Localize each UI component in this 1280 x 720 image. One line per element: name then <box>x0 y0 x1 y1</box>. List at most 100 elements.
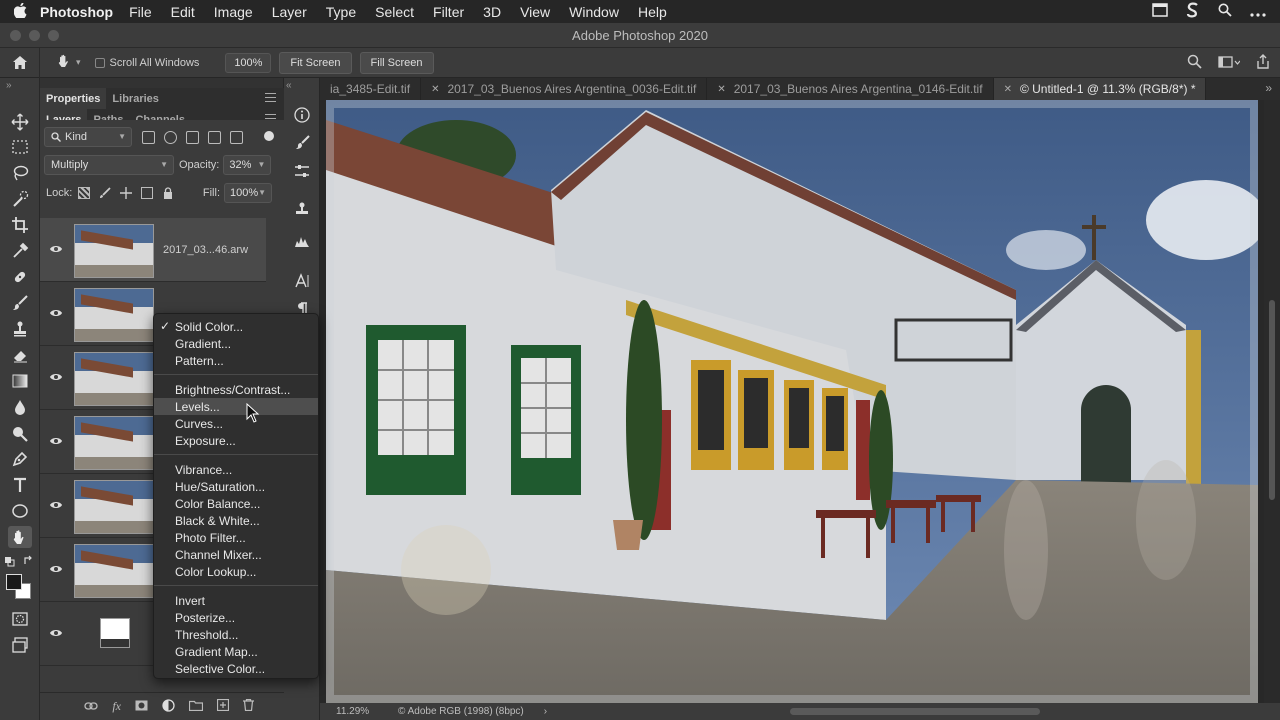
collapse-toolbar-icon[interactable]: » <box>6 80 12 91</box>
menu-window[interactable]: Window <box>569 4 619 20</box>
filter-toggle-icon[interactable] <box>264 131 274 141</box>
healing-brush-tool-icon[interactable] <box>8 266 32 288</box>
menu-select[interactable]: Select <box>375 4 414 20</box>
menu-item-photo-filter[interactable]: Photo Filter... <box>154 529 318 546</box>
close-tab-icon[interactable]: ✕ <box>431 84 439 95</box>
screen-mode-icon[interactable] <box>8 634 32 656</box>
window-layout-icon[interactable] <box>1152 3 1168 20</box>
menu-help[interactable]: Help <box>638 4 667 20</box>
status-info-arrow-icon[interactable]: › <box>544 706 547 717</box>
menu-3d[interactable]: 3D <box>483 4 501 20</box>
default-colors-icon[interactable] <box>5 556 15 567</box>
menu-view[interactable]: View <box>520 4 550 20</box>
quick-selection-tool-icon[interactable] <box>8 188 32 210</box>
add-mask-icon[interactable] <box>135 700 148 714</box>
visibility-eye-icon[interactable] <box>50 436 62 446</box>
menu-edit[interactable]: Edit <box>171 4 195 20</box>
hand-tool-icon[interactable] <box>8 526 32 548</box>
type-layer-filter-icon[interactable] <box>186 130 199 144</box>
menu-item-posterize[interactable]: Posterize... <box>154 609 318 626</box>
tool-preset-dropdown-icon[interactable]: ▾ <box>76 57 81 68</box>
menu-item-solid-color[interactable]: ✓ Solid Color... <box>154 318 318 335</box>
layer-row[interactable]: 2017_03...46.arw <box>40 218 266 282</box>
hand-tool-preset-icon[interactable] <box>56 53 72 73</box>
visibility-eye-icon[interactable] <box>50 628 62 638</box>
canvas-vertical-scrollbar[interactable] <box>1264 100 1280 703</box>
menu-item-curves[interactable]: Curves... <box>154 415 318 432</box>
menu-item-black-white[interactable]: Black & White... <box>154 512 318 529</box>
move-tool-icon[interactable] <box>8 111 32 133</box>
zoom-value-field[interactable]: 100% <box>225 52 272 73</box>
new-adjustment-layer-icon[interactable] <box>162 698 175 715</box>
layer-name[interactable]: 2017_03...46.arw <box>163 244 248 256</box>
visibility-eye-icon[interactable] <box>50 500 62 510</box>
app-name-menu[interactable]: Photoshop <box>40 4 113 20</box>
fill-field[interactable]: 100% ▼ <box>224 183 272 203</box>
menu-item-channel-mixer[interactable]: Channel Mixer... <box>154 546 318 563</box>
menu-image[interactable]: Image <box>214 4 253 20</box>
delete-layer-icon[interactable] <box>243 698 254 714</box>
pixel-layer-filter-icon[interactable] <box>142 130 155 144</box>
menu-item-selective-color[interactable]: Selective Color... <box>154 660 318 677</box>
lock-position-icon[interactable] <box>120 187 133 199</box>
document-tab[interactable]: ✕ 2017_03_Buenos Aires Argentina_0146-Ed… <box>707 78 994 100</box>
workspace-icon[interactable] <box>1218 55 1241 72</box>
info-icon[interactable] <box>291 104 313 126</box>
marquee-tool-icon[interactable] <box>8 136 32 158</box>
menu-item-exposure[interactable]: Exposure... <box>154 432 318 449</box>
smart-object-filter-icon[interactable] <box>230 130 243 144</box>
type-tool-icon[interactable] <box>8 474 32 496</box>
shape-tool-icon[interactable] <box>8 500 32 522</box>
close-tab-icon[interactable]: ✕ <box>1004 84 1012 95</box>
document-canvas-image[interactable] <box>326 100 1258 703</box>
lock-all-icon[interactable] <box>162 187 174 199</box>
crop-tool-icon[interactable] <box>8 214 32 236</box>
visibility-eye-icon[interactable] <box>50 308 62 318</box>
fill-screen-button[interactable]: Fill Screen <box>359 51 434 74</box>
opacity-field[interactable]: 32% ▼ <box>223 155 272 175</box>
lock-image-pixels-icon[interactable] <box>99 187 111 199</box>
visibility-eye-icon[interactable] <box>50 244 62 254</box>
status-zoom-value[interactable]: 11.29% <box>320 706 380 717</box>
scroll-thumb[interactable] <box>1269 300 1275 500</box>
eyedropper-tool-icon[interactable] <box>8 240 32 262</box>
brush-settings-icon[interactable] <box>291 132 313 154</box>
menu-item-vibrance[interactable]: Vibrance... <box>154 461 318 478</box>
home-button[interactable] <box>0 47 40 78</box>
creative-cloud-icon[interactable] <box>1186 2 1200 21</box>
menu-item-hue-saturation[interactable]: Hue/Saturation... <box>154 478 318 495</box>
menu-item-gradient[interactable]: Gradient... <box>154 335 318 352</box>
canvas-area[interactable] <box>320 100 1280 703</box>
tab-libraries[interactable]: Libraries <box>106 88 164 109</box>
brush-tool-icon[interactable] <box>8 292 32 314</box>
new-layer-icon[interactable] <box>216 698 230 714</box>
visibility-eye-icon[interactable] <box>50 372 62 382</box>
tab-properties[interactable]: Properties <box>40 88 107 109</box>
gradient-tool-icon[interactable] <box>8 370 32 392</box>
adjustment-layer-filter-icon[interactable] <box>164 130 177 144</box>
menu-item-gradient-map[interactable]: Gradient Map... <box>154 643 318 660</box>
spotlight-search-icon[interactable] <box>1218 3 1232 20</box>
layer-effects-icon[interactable]: fx <box>112 699 121 714</box>
canvas-horizontal-scrollbar[interactable] <box>790 708 1040 715</box>
menu-file[interactable]: File <box>129 4 152 20</box>
eraser-tool-icon[interactable] <box>8 344 32 366</box>
menu-item-brightness-contrast[interactable]: Brightness/Contrast... <box>154 381 318 398</box>
pen-tool-icon[interactable] <box>8 448 32 470</box>
menu-item-levels[interactable]: Levels... <box>154 398 318 415</box>
histogram-icon[interactable] <box>291 230 313 252</box>
blend-mode-select[interactable]: Multiply ▼ <box>44 155 174 175</box>
quick-mask-icon[interactable] <box>8 608 32 630</box>
adjustments-icon[interactable] <box>291 160 313 182</box>
dodge-tool-icon[interactable] <box>8 422 32 444</box>
search-icon[interactable] <box>1187 54 1202 72</box>
blur-tool-icon[interactable] <box>8 396 32 418</box>
apple-icon[interactable] <box>0 2 40 21</box>
link-layers-icon[interactable] <box>84 700 98 714</box>
character-icon[interactable] <box>291 270 313 292</box>
clone-source-icon[interactable] <box>291 198 313 220</box>
share-icon[interactable] <box>1256 54 1270 72</box>
swap-colors-icon[interactable] <box>23 555 34 566</box>
new-group-icon[interactable] <box>188 700 204 714</box>
artboard-lock-icon[interactable] <box>141 187 154 199</box>
